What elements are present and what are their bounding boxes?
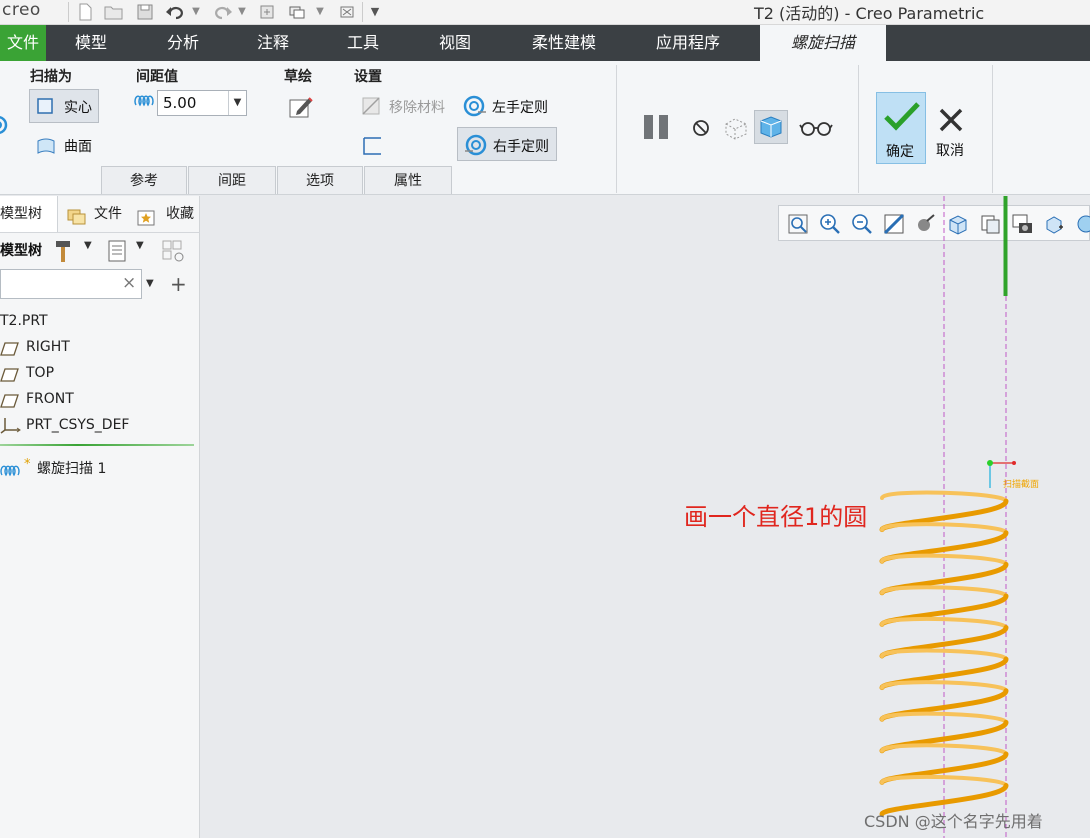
annotation-text: 画一个直径1的圆 bbox=[684, 503, 868, 531]
scene-overlay bbox=[879, 196, 1016, 838]
watermark: CSDN @这个名字先用着 bbox=[864, 812, 1043, 831]
section-label: 扫描截面 bbox=[1003, 480, 1040, 490]
